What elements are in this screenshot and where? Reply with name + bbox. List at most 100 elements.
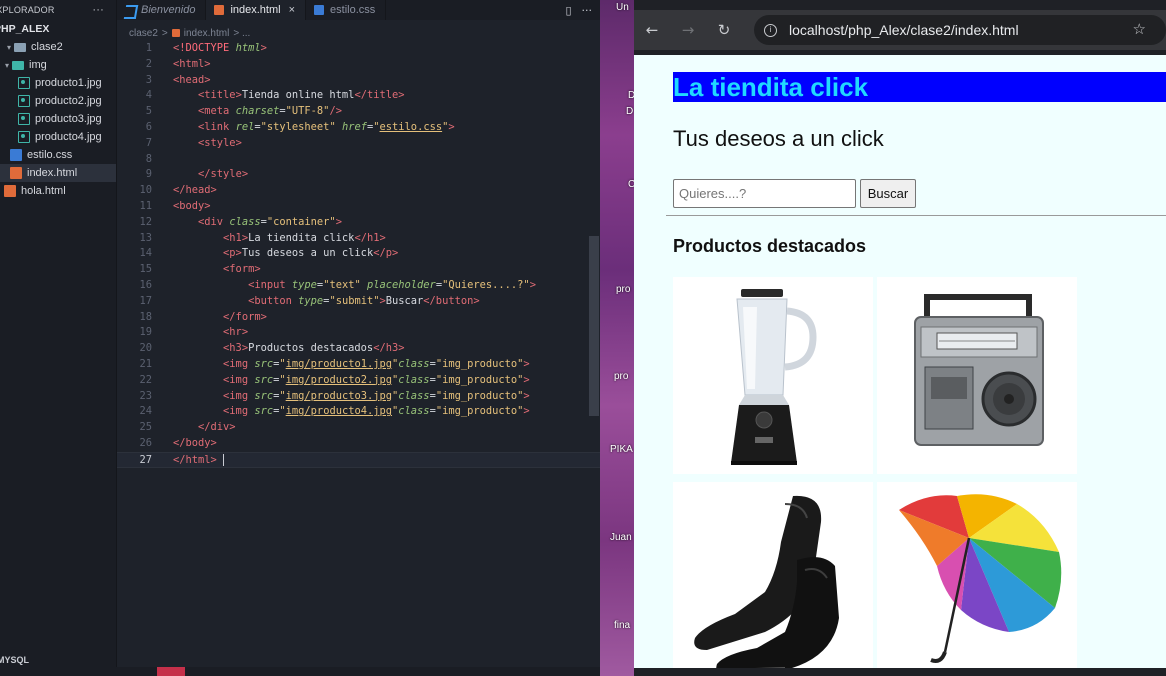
code-line: 14 <p>Tus deseos a un click</p> bbox=[117, 246, 600, 262]
divider bbox=[666, 215, 1166, 216]
code-line: 16 <input type="text" placeholder="Quier… bbox=[117, 278, 600, 294]
tab-bienvenido[interactable]: Bienvenido bbox=[117, 0, 207, 20]
line-number: 15 bbox=[139, 263, 152, 276]
line-number: 1 bbox=[145, 42, 152, 54]
bookmark-star-icon[interactable]: ☆ bbox=[1133, 20, 1146, 38]
css-file-icon bbox=[314, 5, 325, 15]
breadcrumb-folder[interactable]: clase2 bbox=[129, 28, 158, 39]
tree-folder-img[interactable]: ▾ img bbox=[0, 56, 116, 74]
tree-file-producto3[interactable]: producto3.jpg bbox=[0, 110, 116, 128]
status-problems-indicator[interactable] bbox=[157, 667, 185, 676]
desktop-icon-label[interactable]: Juan bbox=[610, 532, 632, 543]
desktop-icon-label[interactable]: pro bbox=[614, 371, 628, 382]
product-image-umbrella bbox=[877, 482, 1077, 668]
search-button[interactable]: Buscar bbox=[860, 179, 916, 208]
css-file-icon bbox=[10, 149, 22, 161]
code-line: 13 <h1>La tiendita click</h1> bbox=[117, 231, 600, 247]
image-folder-icon bbox=[12, 60, 24, 70]
text-cursor bbox=[222, 453, 224, 466]
web-page: La tiendita click Tus deseos a un click … bbox=[634, 55, 1166, 668]
code-line: 10 </head> bbox=[117, 183, 600, 199]
mysql-section[interactable]: MYSQL bbox=[0, 655, 117, 667]
code-line: 18 </form> bbox=[117, 310, 600, 326]
url-text[interactable]: localhost/php_Alex/clase2/index.html bbox=[789, 22, 1019, 38]
code-line: 7 <style> bbox=[117, 136, 600, 152]
image-file-icon bbox=[18, 113, 30, 125]
product-image-blender bbox=[673, 277, 873, 474]
reload-icon[interactable]: ↻ bbox=[706, 21, 742, 39]
tree-file-producto4[interactable]: producto4.jpg bbox=[0, 128, 116, 146]
code-line: 2 <html> bbox=[117, 57, 600, 73]
breadcrumb-file[interactable]: index.html bbox=[184, 28, 230, 39]
tab-index-html[interactable]: index.html × bbox=[206, 0, 307, 20]
line-number: 13 bbox=[139, 231, 152, 244]
page-title: La tiendita click bbox=[673, 72, 1166, 102]
code-line: 15 <form> bbox=[117, 262, 600, 278]
tree-file-index-html[interactable]: index.html bbox=[0, 164, 116, 182]
product-image-radio bbox=[877, 277, 1077, 474]
desktop-icon-label[interactable]: Un bbox=[616, 2, 629, 13]
search-input[interactable] bbox=[673, 179, 856, 208]
back-arrow-icon[interactable]: ← bbox=[634, 21, 670, 39]
line-number: 17 bbox=[139, 294, 152, 307]
code-editor[interactable]: 1 <!DOCTYPE html> 2 <html> 3 <head> 4 <titl… bbox=[117, 41, 600, 655]
code-line-current: 27 </html> bbox=[117, 451, 600, 468]
line-number: 6 bbox=[145, 120, 152, 133]
line-number: 3 bbox=[145, 73, 152, 86]
breadcrumb-separator: > bbox=[161, 27, 168, 39]
html-file-icon bbox=[4, 185, 16, 197]
line-number: 25 bbox=[139, 421, 152, 434]
workspace-folder[interactable]: PHP_ALEX bbox=[0, 20, 116, 38]
blender-icon bbox=[673, 277, 873, 474]
desktop-icon-label[interactable]: PIKA bbox=[610, 444, 633, 455]
html-file-icon bbox=[214, 5, 225, 15]
breadcrumb-tail[interactable]: > ... bbox=[233, 28, 250, 39]
line-number: 23 bbox=[139, 389, 152, 402]
page-subtitle: Tus deseos a un click bbox=[673, 126, 884, 151]
code-line: 8 bbox=[117, 152, 600, 168]
desktop-icon-label[interactable]: fina bbox=[614, 620, 630, 631]
desktop-icon-label[interactable]: pro bbox=[616, 284, 630, 295]
line-number: 9 bbox=[145, 168, 152, 181]
forward-arrow-icon[interactable]: → bbox=[670, 21, 706, 39]
explorer-header: EXPLORADOR ··· bbox=[0, 0, 116, 20]
tree-folder-clase2[interactable]: ▾ clase2 bbox=[0, 38, 116, 56]
address-bar[interactable]: i localhost/php_Alex/clase2/index.html ☆ bbox=[754, 15, 1166, 45]
close-icon[interactable]: × bbox=[289, 4, 295, 16]
tab-estilo-css[interactable]: estilo.css bbox=[306, 0, 387, 20]
line-number: 5 bbox=[145, 105, 152, 118]
code-line: 5 <meta charset="UTF-8"/> bbox=[117, 104, 600, 120]
code-line: 22 <img src="img/producto2.jpg"class="im… bbox=[117, 373, 600, 389]
tree-file-estilo-css[interactable]: estilo.css bbox=[0, 146, 116, 164]
desktop-icon-label[interactable]: D bbox=[626, 106, 633, 117]
code-line: 1 <!DOCTYPE html> bbox=[117, 41, 600, 57]
section-heading: Productos destacados bbox=[673, 236, 867, 256]
tree-file-producto1[interactable]: producto1.jpg bbox=[0, 74, 116, 92]
line-number: 8 bbox=[145, 152, 152, 165]
line-number: 7 bbox=[145, 136, 152, 149]
chevron-down-icon: ▾ bbox=[4, 60, 9, 70]
line-number: 12 bbox=[139, 215, 152, 228]
more-actions-icon[interactable]: ··· bbox=[92, 4, 104, 16]
folder-icon bbox=[14, 42, 26, 52]
code-line: 12 <div class="container"> bbox=[117, 215, 600, 231]
code-line: 19 <hr> bbox=[117, 325, 600, 341]
html-file-icon bbox=[10, 167, 22, 179]
code-line: 3 <head> bbox=[117, 73, 600, 89]
tree-file-producto2[interactable]: producto2.jpg bbox=[0, 92, 116, 110]
tree-file-hola-html[interactable]: hola.html bbox=[0, 182, 116, 200]
line-number: 27 bbox=[139, 453, 152, 466]
line-number: 16 bbox=[139, 278, 152, 291]
line-number: 20 bbox=[139, 342, 152, 355]
chevron-down-icon: ▾ bbox=[6, 42, 11, 52]
code-line: 25 </div> bbox=[117, 420, 600, 436]
split-editor-icon[interactable]: ▯ bbox=[565, 4, 571, 17]
more-actions-icon[interactable]: ··· bbox=[582, 4, 593, 17]
editor-tabs: Bienvenido index.html × estilo.css ▯ ··· bbox=[117, 0, 600, 20]
line-number: 2 bbox=[145, 57, 152, 70]
code-line: 4 <title>Tienda online html</title> bbox=[117, 88, 600, 104]
editor-scrollbar[interactable] bbox=[589, 236, 599, 416]
explorer-title: EXPLORADOR bbox=[0, 5, 55, 15]
code-line: 11 <body> bbox=[117, 199, 600, 215]
site-info-icon[interactable]: i bbox=[764, 23, 777, 37]
